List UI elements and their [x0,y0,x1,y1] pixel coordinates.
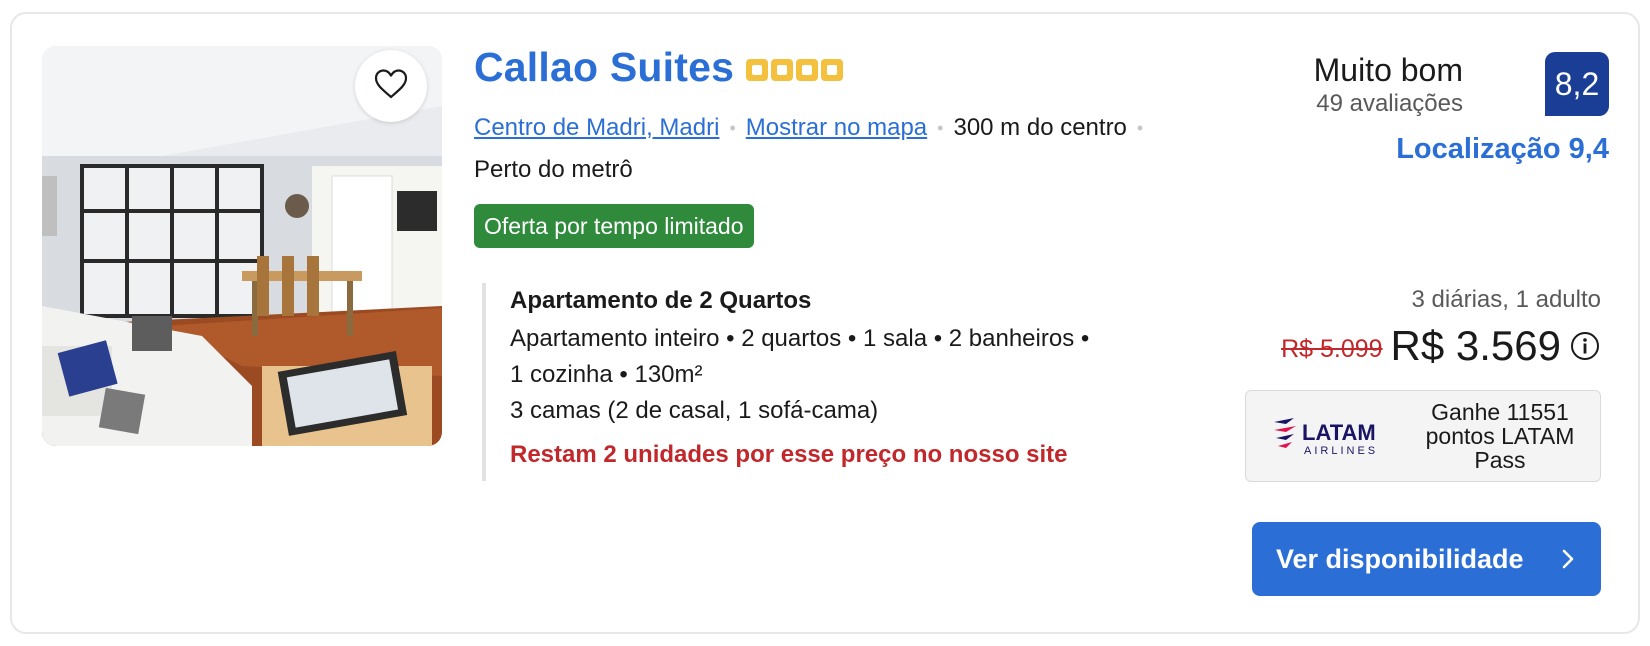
room-details-line2: 1 cozinha • 130m² [510,361,703,388]
location-row: Centro de Madri, Madri • Mostrar no mapa… [474,114,1153,142]
heart-icon [374,68,408,105]
review-count[interactable]: 49 avaliações [1316,90,1463,118]
location-score: Localização 9,4 [1396,133,1609,165]
show-on-map-link[interactable]: Mostrar no mapa [746,114,927,142]
see-availability-button[interactable]: Ver disponibilidade [1252,522,1601,596]
loyalty-text: Ganhe 11551 pontos LATAM Pass [1425,399,1575,473]
current-price: R$ 3.569 [1390,322,1561,369]
hotel-name[interactable]: Callao Suites [474,44,734,91]
separator-dot: • [1136,117,1144,138]
star-icon [796,58,819,81]
availability-warning: Restam 2 unidades por esse preço no noss… [510,441,1068,468]
latam-logo-subtext: AIRLINES [1304,445,1378,457]
favorite-button[interactable] [355,50,427,122]
chevron-right-icon [1561,546,1575,579]
title-row: Callao Suites [474,44,844,91]
cta-label: Ver disponibilidade [1276,543,1524,574]
room-info: Apartamento de 2 Quartos Apartamento int… [482,283,1162,481]
star-icon [771,58,794,81]
latam-logo: LATAM AIRLINES [1272,414,1408,458]
location-link[interactable]: Centro de Madri, Madri [474,114,719,142]
star-icon [821,58,844,81]
distance-text: 300 m do centro [953,114,1127,141]
metro-text: Perto do metrô [474,156,633,183]
deal-badge: Oferta por tempo limitado [474,204,754,248]
price-row: R$ 5.099 R$ 3.569 [1281,322,1601,370]
star-icon [746,58,769,81]
old-price: R$ 5.099 [1281,334,1383,363]
star-rating [746,58,844,81]
review-label[interactable]: Muito bom [1314,52,1463,89]
room-details-line1: Apartamento inteiro • 2 quartos • 1 sala… [510,325,1090,352]
info-icon[interactable] [1569,330,1601,362]
room-title: Apartamento de 2 Quartos [510,287,812,314]
loyalty-box: LATAM AIRLINES Ganhe 11551 pontos LATAM … [1245,390,1601,482]
separator-dot: • [729,117,736,138]
room-beds: 3 camas (2 de casal, 1 sofá-cama) [510,397,879,424]
latam-logo-text: LATAM [1302,420,1376,445]
separator-dot: • [937,117,944,138]
review-score-badge[interactable]: 8,2 [1545,52,1609,116]
stay-info: 3 diárias, 1 adulto [1411,286,1601,313]
